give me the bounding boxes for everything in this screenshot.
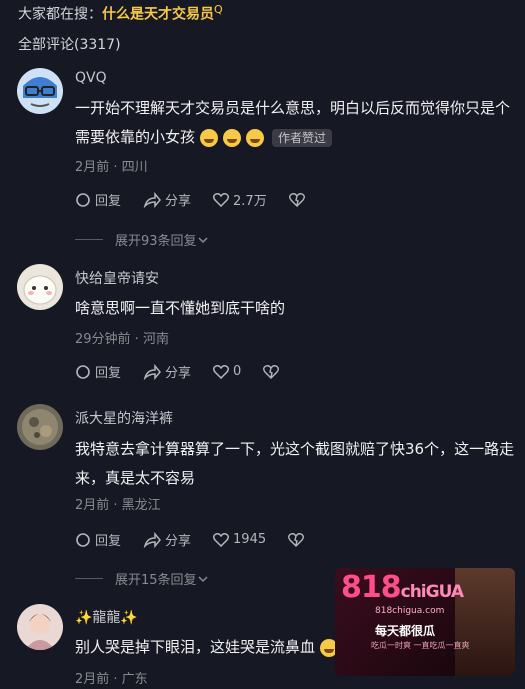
like-count: 1945: [233, 532, 267, 547]
ad-logo-number: 818: [341, 570, 402, 605]
comment-meta: 29分钟前 · 河南: [75, 332, 169, 347]
search-icon: Q: [214, 3, 223, 16]
share-arrow-icon: [143, 191, 161, 208]
username[interactable]: 快给皇帝请安: [75, 268, 159, 288]
comment-actions: 回复 分享 1945: [75, 530, 330, 549]
comment-bubble-icon: [76, 192, 90, 207]
ad-logo: 818chiGUA: [341, 570, 464, 605]
heart-icon: [213, 193, 230, 207]
search-suggestion-bar[interactable]: 大家都在搜：什么是天才交易员Q: [18, 3, 223, 24]
reply-button[interactable]: 回复: [75, 190, 121, 209]
share-label: 分享: [165, 366, 192, 381]
username[interactable]: 派大星的海洋裤: [75, 408, 173, 428]
share-label: 分享: [165, 534, 192, 549]
heart-icon: [213, 365, 230, 379]
expand-replies-button[interactable]: 展开93条回复: [75, 230, 209, 249]
reply-label: 回复: [95, 366, 122, 381]
search-term[interactable]: 什么是天才交易员: [102, 7, 214, 23]
broken-heart-icon: [263, 365, 280, 379]
comment-bubble-icon: [76, 364, 90, 379]
dislike-button[interactable]: [288, 532, 308, 547]
ad-logo-sub: chiGUA: [400, 582, 464, 602]
like-button[interactable]: 1945: [213, 532, 266, 547]
dislike-button[interactable]: [263, 364, 283, 379]
chevron-down-icon: [198, 236, 208, 243]
username[interactable]: ✨龍龍✨: [75, 607, 138, 627]
share-button[interactable]: 分享: [143, 190, 191, 209]
avatar[interactable]: [17, 68, 63, 114]
like-button[interactable]: 0: [213, 364, 241, 379]
username[interactable]: QVQ: [75, 70, 107, 86]
dislike-button[interactable]: [288, 192, 309, 207]
comment-meta: 2月前 · 广东: [75, 672, 148, 687]
avatar[interactable]: [17, 404, 63, 450]
share-label: 分享: [165, 194, 192, 209]
crying-emoji-icon: [246, 128, 265, 147]
share-button[interactable]: 分享: [143, 362, 191, 381]
reply-label: 回复: [95, 194, 122, 209]
crying-emoji-icon: [223, 128, 242, 147]
share-arrow-icon: [143, 363, 161, 380]
divider: [75, 239, 103, 240]
broken-heart-icon: [288, 533, 305, 547]
comment-meta: 2月前 · 黑龙江: [75, 498, 161, 513]
ad-url: 818chigua.com: [375, 606, 445, 616]
expand-label: 展开93条回复: [115, 234, 197, 249]
comment-actions: 回复 分享 0: [75, 362, 305, 381]
like-count: 0: [233, 364, 242, 379]
comment-meta: 2月前 · 四川: [75, 160, 148, 175]
like-count: 2.7万: [233, 194, 267, 209]
search-prefix: 大家都在搜：: [18, 6, 102, 23]
crying-emoji-icon: [200, 128, 219, 147]
comment-text: 一开始不理解天才交易员是什么意思，明白以后反而觉得你只是个需要依靠的小女孩 作者赞…: [75, 94, 515, 152]
reply-button[interactable]: 回复: [75, 362, 121, 381]
comment-text: 啥意思啊一直不懂她到底干啥的: [75, 299, 286, 317]
ad-subtitle: 吃瓜一时爽 一直吃瓜一直爽: [371, 641, 470, 650]
broken-heart-icon: [288, 193, 305, 207]
heart-icon: [213, 533, 230, 547]
comment-count: 全部评论(3317): [18, 37, 121, 53]
reply-button[interactable]: 回复: [75, 530, 121, 549]
divider: [75, 578, 103, 579]
avatar[interactable]: [17, 264, 63, 310]
comment-bubble-icon: [76, 532, 90, 547]
chevron-down-icon: [198, 575, 208, 582]
watermark-ad-banner[interactable]: 818chiGUA 818chigua.com 每天都很瓜 吃瓜一时爽 一直吃瓜…: [335, 568, 515, 676]
share-button[interactable]: 分享: [143, 530, 191, 549]
expand-label: 展开15条回复: [115, 573, 197, 588]
avatar[interactable]: [17, 604, 63, 650]
author-liked-badge: 作者赞过: [272, 128, 333, 147]
comment-actions: 回复 分享 2.7万: [75, 190, 331, 209]
share-arrow-icon: [143, 531, 161, 548]
like-button[interactable]: 2.7万: [213, 190, 267, 209]
ad-slogan: 每天都很瓜: [375, 624, 436, 638]
reply-label: 回复: [95, 534, 122, 549]
ad-figure-image: [455, 568, 515, 676]
expand-replies-button[interactable]: 展开15条回复: [75, 569, 209, 588]
comment-text: 我特意去拿计算器算了一下，光这个截图就赔了快36个，这一路走来，真是太不容易: [75, 440, 515, 487]
comment-text-content: 别人哭是掉下眼泪，这娃哭是流鼻血: [75, 638, 316, 656]
